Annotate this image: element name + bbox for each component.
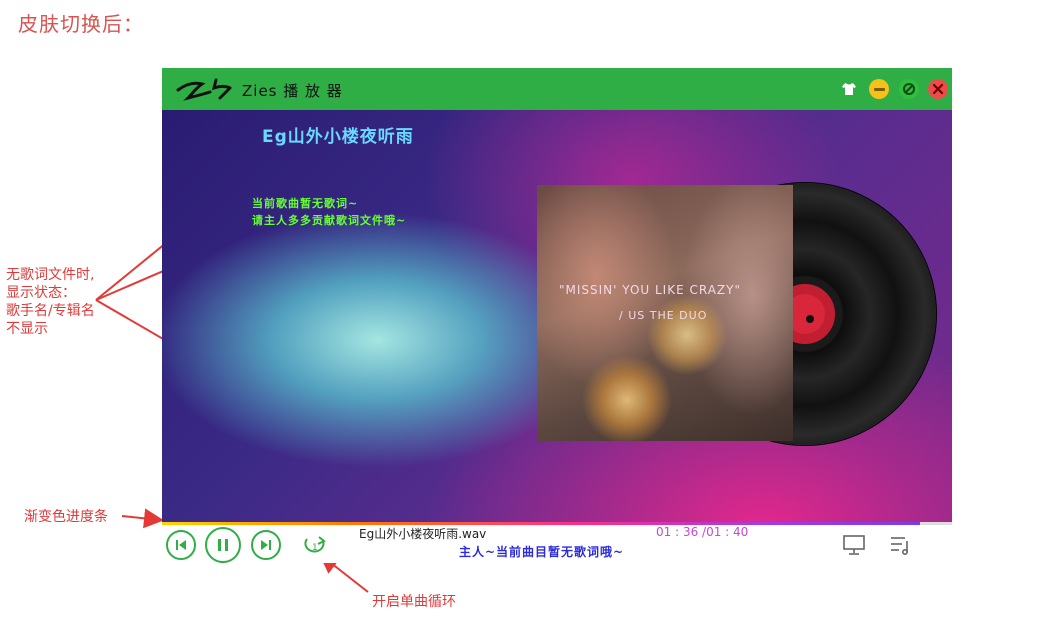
restore-icon <box>903 83 915 95</box>
svg-text:1: 1 <box>312 543 318 553</box>
prev-icon <box>176 540 186 550</box>
screen-icon <box>843 535 865 555</box>
next-icon <box>261 540 271 550</box>
next-button[interactable] <box>251 530 281 560</box>
lyric-line-2: 请主人多多贡献歌词文件哦~ <box>252 214 407 227</box>
minimize-button[interactable] <box>869 79 889 99</box>
arrow-to-progress <box>121 508 164 529</box>
annotation-gradient-progress: 渐变色进度条 <box>24 509 108 525</box>
pause-icon <box>218 539 228 551</box>
playlist-button[interactable] <box>887 533 913 557</box>
annotation-single-loop: 开启单曲循环 <box>372 594 456 610</box>
skin-button[interactable] <box>839 79 859 99</box>
loop-mode-button[interactable]: 1 <box>301 533 329 557</box>
app-title: Zies 播 放 器 <box>242 82 343 100</box>
restore-button[interactable] <box>899 79 919 99</box>
visual-stage: Eg山外小楼夜听雨 当前歌曲暂无歌词~ 请主人多多贡献歌词文件哦~ "MISSI… <box>162 110 952 522</box>
screen-button[interactable] <box>841 533 867 557</box>
album-cover: "MISSIN' YOU LIKE CRAZY" / US THE DUO <box>537 185 793 441</box>
minimize-icon <box>873 87 885 91</box>
prev-button[interactable] <box>166 530 196 560</box>
control-bar: 1 Eg山外小楼夜听雨.wav 01 : 36 /01 : 40 主人~当前曲目… <box>162 525 952 563</box>
file-name: Eg山外小楼夜听雨.wav <box>359 527 487 541</box>
loop-single-icon: 1 <box>304 536 326 553</box>
lyric-line-1: 当前歌曲暂无歌词~ <box>252 197 359 210</box>
title-bar[interactable]: Zies 播 放 器 <box>162 68 952 110</box>
heading: 皮肤切换后： <box>18 12 144 36</box>
cover-title: "MISSIN' YOU LIKE CRAZY" <box>559 283 741 297</box>
shirt-icon <box>842 83 856 95</box>
player-window: Zies 播 放 器 Eg山外小楼夜听雨 当前歌曲暂无歌词~ 请主人多多贡献歌词… <box>162 68 952 563</box>
close-icon <box>932 83 944 95</box>
vinyl-hole <box>806 315 814 323</box>
bottom-lyric: 主人~当前曲目暂无歌词哦~ <box>459 545 625 559</box>
annotation-no-lyrics: 无歌词文件时, 显示状态： 歌手名/专辑名 不显示 <box>6 267 95 337</box>
cover-subtitle: / US THE DUO <box>619 309 708 322</box>
time-display: 01 : 36 /01 : 40 <box>656 525 749 539</box>
pause-button[interactable] <box>205 527 241 563</box>
close-button[interactable] <box>928 79 948 99</box>
playlist-icon <box>891 537 909 555</box>
song-title: Eg山外小楼夜听雨 <box>262 127 414 147</box>
app-logo-icon <box>176 78 233 101</box>
